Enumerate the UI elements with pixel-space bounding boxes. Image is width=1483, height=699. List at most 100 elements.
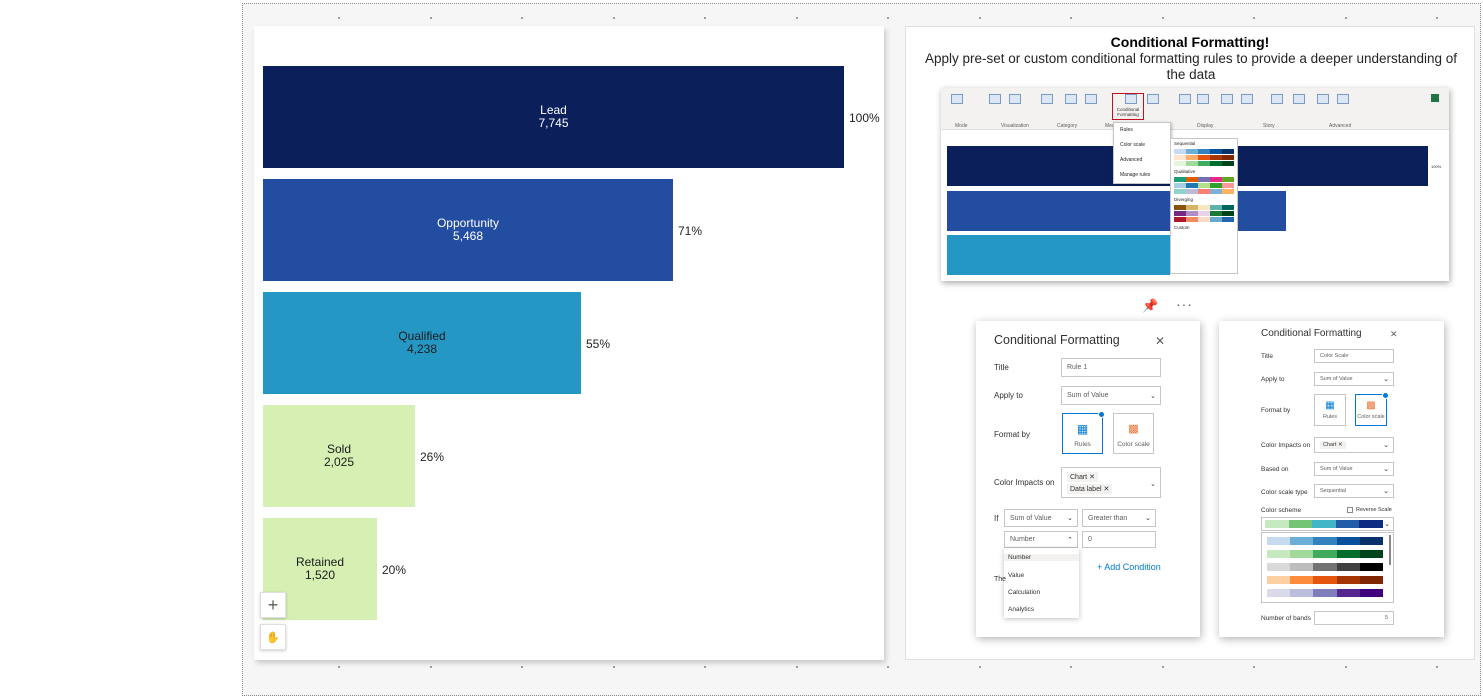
hand-icon[interactable]: ✋ [260,624,286,650]
ribbon-button-icon[interactable] [1337,94,1349,104]
color-scale-dialog-screenshot: Conditional Formatting ✕ Title Color Sca… [1219,321,1444,637]
rules-tile[interactable]: ▦ Rules [1314,394,1346,426]
mini-funnel-bar [947,235,1170,275]
title-input[interactable]: Color Scale [1314,349,1394,363]
dropdown-option[interactable]: Number [1004,554,1079,561]
color-scale-tile[interactable]: ▩ Color scale [1355,392,1389,426]
color-impacts-select[interactable]: Chart ✕ Data label ✕ ⌄ [1061,467,1161,498]
ribbon-button-icon[interactable] [1009,94,1021,104]
palette-swatch-row[interactable] [1174,149,1234,154]
ribbon-button-icon[interactable] [1221,94,1233,104]
color-scale-tile[interactable]: ▩ Color scale [1113,413,1154,454]
chevron-down-icon: ⌄ [1145,515,1151,522]
ribbon-button-icon[interactable] [1317,94,1329,104]
funnel-stage-value: 7,745 [538,116,569,130]
rules-icon: ▦ [1076,422,1089,436]
close-icon[interactable]: ✕ [1155,334,1165,348]
if-field-select[interactable]: Sum of Value ⌄ [1004,509,1078,527]
palette-swatch-row[interactable] [1174,205,1234,210]
excel-icon [1431,94,1439,102]
apply-to-select[interactable]: Sum of Value ⌄ [1314,372,1394,386]
funnel-bar-lead[interactable]: Lead 7,745 [263,66,844,168]
scale-type-select[interactable]: Sequential ⌄ [1314,484,1394,498]
menu-item[interactable]: Manage rules [1114,168,1170,183]
color-impacts-label: Color Impacts on [1261,442,1311,449]
chevron-up-icon: ⌃ [1067,536,1073,544]
color-scheme-option[interactable] [1267,589,1384,597]
grid-dot [1345,666,1347,668]
chip-chart[interactable]: Chart ✕ [1067,471,1098,482]
dropdown-option[interactable]: Calculation [1004,589,1044,596]
conditional-formatting-button[interactable]: Conditional Formatting [1112,93,1144,120]
palette-swatch-row[interactable] [1174,211,1234,216]
value-type-select[interactable]: Number ⌃ [1004,531,1078,548]
color-impacts-select[interactable]: Chart ✕ ⌄ [1314,437,1394,453]
menu-item[interactable]: Advanced [1114,153,1170,168]
dialog-title: Conditional Formatting [994,333,1120,347]
palette-swatch-row[interactable] [1174,155,1234,160]
operator-select[interactable]: Greater than ⌄ [1082,509,1156,527]
palette-swatch-row[interactable] [1174,189,1234,194]
color-scheme-option[interactable] [1267,537,1384,545]
menu-item[interactable]: Rules [1114,123,1170,138]
apply-to-value: Sum of Value [1067,392,1109,399]
bands-input[interactable]: 5 [1314,611,1394,625]
rules-tile[interactable]: ▦ Rules [1062,411,1105,454]
funnel-stage-value: 1,520 [304,568,336,582]
dropdown-option[interactable]: Value [1004,572,1028,579]
funnel-percent-label: 100% [849,111,880,125]
grid-dot [338,17,340,19]
plus-icon[interactable]: + [260,592,286,618]
dropdown-option[interactable]: Analytics [1004,606,1038,613]
funnel-bar-opportunity[interactable]: Opportunity 5,468 [263,179,673,281]
ribbon-button-icon[interactable] [1065,94,1077,104]
ribbon-button-icon[interactable] [989,94,1001,104]
funnel-visual[interactable]: Lead 7,745 100% Opportunity 5,468 71% Qualifie… [254,26,884,660]
add-condition-link[interactable]: + Add Condition [1097,562,1161,572]
ribbon-button-icon[interactable] [951,94,963,104]
ribbon-button-icon[interactable] [1179,94,1191,104]
funnel-bar-qualified[interactable]: Qualified 4,238 [263,292,581,394]
palette-swatch-row[interactable] [1174,217,1234,222]
ribbon-button-icon[interactable] [1197,94,1209,104]
color-scheme-select[interactable]: ⌄ [1261,517,1394,531]
palette-swatch-row[interactable] [1174,161,1234,166]
ribbon-button-icon[interactable] [1241,94,1253,104]
menu-item[interactable]: Color scale [1114,138,1170,153]
grid-dot [613,666,615,668]
pin-icon[interactable]: 📌 [1142,298,1158,314]
funnel-bar-sold[interactable]: Sold 2,025 [263,405,415,507]
ribbon-group-label: Category [1057,123,1078,129]
ribbon-button-icon[interactable] [1085,94,1097,104]
color-palette-menu: Sequential Qualitative Diverging Custom [1170,138,1238,274]
color-scheme-list[interactable] [1261,532,1394,603]
value-input[interactable]: 0 [1082,531,1156,548]
color-scheme-option[interactable] [1267,563,1384,571]
reverse-scale-checkbox[interactable] [1347,507,1353,513]
grid-dot [796,666,798,668]
apply-to-select[interactable]: Sum of Value ⌄ [1061,386,1161,405]
ribbon-button-icon[interactable] [1147,94,1159,104]
based-on-value: Sum of Value [1320,466,1353,472]
color-scheme-label: Color scheme [1261,507,1302,514]
color-scheme-option[interactable] [1267,550,1384,558]
info-title: Conditional Formatting! [1110,34,1270,50]
rules-tile-label: Rules [1074,441,1091,448]
ribbon-button-icon[interactable] [1293,94,1305,104]
selected-color-scheme [1265,520,1383,528]
chip-data-label[interactable]: Data label ✕ [1067,483,1113,494]
title-input[interactable]: Rule 1 [1061,358,1161,377]
based-on-select[interactable]: Sum of Value ⌄ [1314,462,1394,476]
palette-swatch-row[interactable] [1174,177,1234,182]
more-options-icon[interactable]: ··· [1176,296,1193,312]
color-scheme-option[interactable] [1267,576,1384,584]
palette-swatch-row[interactable] [1174,183,1234,188]
mini-funnel-bar [1238,146,1428,186]
color-impacts-label: Color Impacts on [994,478,1055,487]
funnel-percent-label: 26% [420,450,445,464]
scrollbar[interactable] [1389,535,1391,565]
ribbon-button-icon[interactable] [1041,94,1053,104]
ribbon-button-icon[interactable] [1271,94,1283,104]
close-icon[interactable]: ✕ [1390,329,1398,340]
chip-chart[interactable]: Chart ✕ [1320,441,1346,449]
